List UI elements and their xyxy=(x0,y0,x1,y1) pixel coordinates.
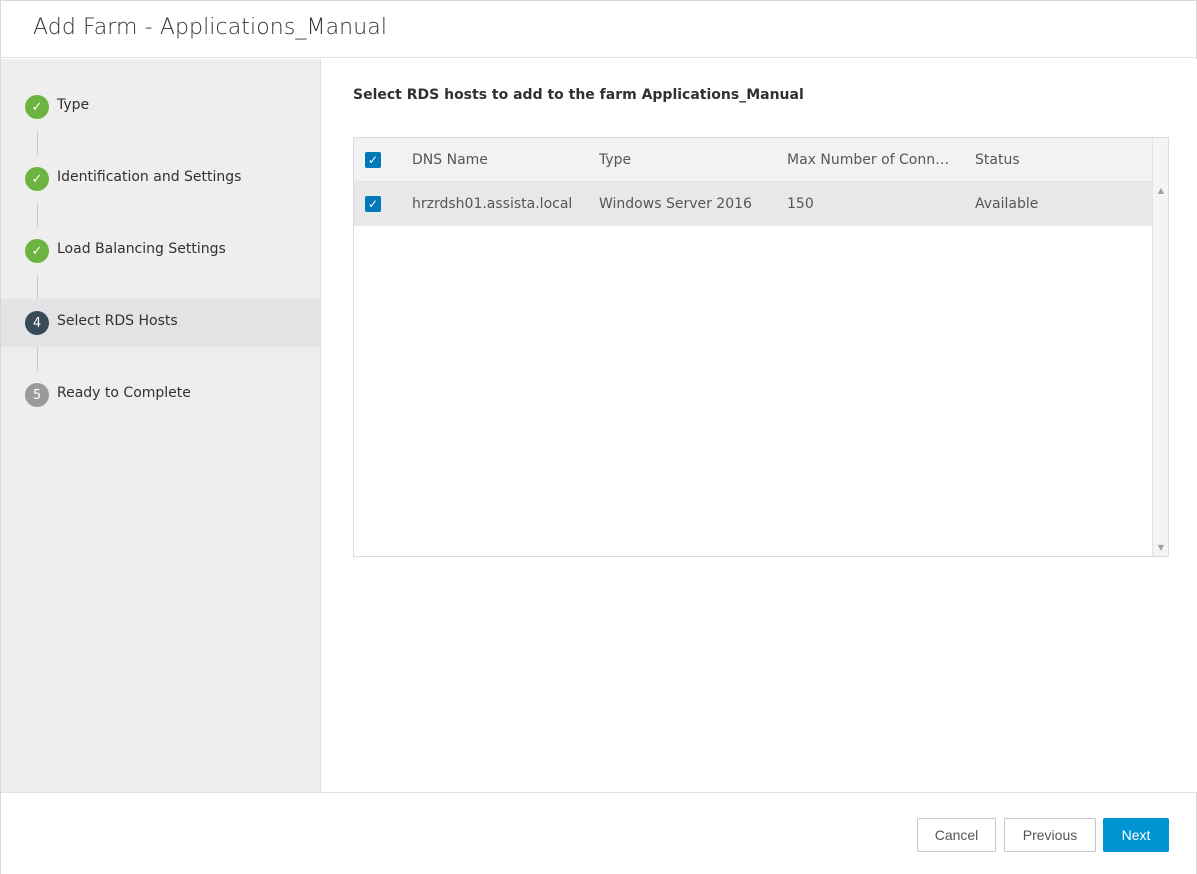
column-header-type[interactable]: Type xyxy=(599,138,774,182)
step-complete-check-icon: ✓ xyxy=(25,95,49,119)
dialog-footer: Cancel Previous Next xyxy=(1,792,1196,874)
wizard-step-load-balancing[interactable]: ✓ Load Balancing Settings xyxy=(1,227,321,275)
wizard-step-identification[interactable]: ✓ Identification and Settings xyxy=(1,155,321,203)
wizard-step-type[interactable]: ✓ Type xyxy=(1,83,321,131)
column-header-max-connections[interactable]: Max Number of Conne... xyxy=(787,138,957,182)
previous-button[interactable]: Previous xyxy=(1004,818,1096,852)
grid-header-row: ✓ DNS Name Type Max Number of Conne... S… xyxy=(354,138,1152,182)
column-header-status[interactable]: Status xyxy=(975,138,1145,182)
step-connector xyxy=(37,131,38,155)
step-connector xyxy=(37,203,38,227)
wizard-step-select-rds-hosts[interactable]: 4 Select RDS Hosts xyxy=(1,299,321,347)
step-complete-check-icon: ✓ xyxy=(25,239,49,263)
cell-type: Windows Server 2016 xyxy=(599,196,752,212)
step-number-badge: 4 xyxy=(25,311,49,335)
scroll-down-arrow-icon[interactable]: ▼ xyxy=(1153,543,1169,552)
cell-dns-name: hrzrdsh01.assista.local xyxy=(412,196,573,212)
grid-scrollbar[interactable]: ▲ ▼ xyxy=(1152,138,1168,556)
cancel-button[interactable]: Cancel xyxy=(917,818,996,852)
step-connector xyxy=(37,347,38,371)
add-farm-dialog: Add Farm - Applications_Manual ✓ Type ✓ … xyxy=(0,0,1197,874)
wizard-step-label: Ready to Complete xyxy=(57,385,191,401)
wizard-steps-sidebar: ✓ Type ✓ Identification and Settings ✓ L… xyxy=(1,59,321,792)
select-all-checkbox[interactable]: ✓ xyxy=(365,152,381,168)
wizard-step-label: Load Balancing Settings xyxy=(57,241,226,257)
dialog-header: Add Farm - Applications_Manual xyxy=(1,1,1196,58)
wizard-content: Select RDS hosts to add to the farm Appl… xyxy=(322,59,1197,792)
wizard-step-ready-to-complete: 5 Ready to Complete xyxy=(1,371,321,419)
scroll-up-arrow-icon[interactable]: ▲ xyxy=(1153,186,1169,195)
table-row[interactable]: ✓ hrzrdsh01.assista.local Windows Server… xyxy=(354,182,1152,226)
step-connector xyxy=(37,275,38,299)
cell-max-connections: 150 xyxy=(787,196,814,212)
cell-status: Available xyxy=(975,196,1039,212)
step-complete-check-icon: ✓ xyxy=(25,167,49,191)
wizard-step-label: Select RDS Hosts xyxy=(57,313,178,329)
select-all-cell: ✓ xyxy=(365,138,383,182)
rds-hosts-grid: ✓ DNS Name Type Max Number of Conne... S… xyxy=(353,137,1169,557)
wizard-step-label: Type xyxy=(57,97,90,113)
row-checkbox[interactable]: ✓ xyxy=(365,196,381,212)
column-header-dns-name[interactable]: DNS Name xyxy=(412,138,587,182)
dialog-title: Add Farm - Applications_Manual xyxy=(33,15,388,40)
step-number-badge: 5 xyxy=(25,383,49,407)
next-button[interactable]: Next xyxy=(1103,818,1169,852)
wizard-step-label: Identification and Settings xyxy=(57,169,242,185)
row-select-cell: ✓ xyxy=(365,182,383,226)
instruction-text: Select RDS hosts to add to the farm Appl… xyxy=(353,87,804,103)
